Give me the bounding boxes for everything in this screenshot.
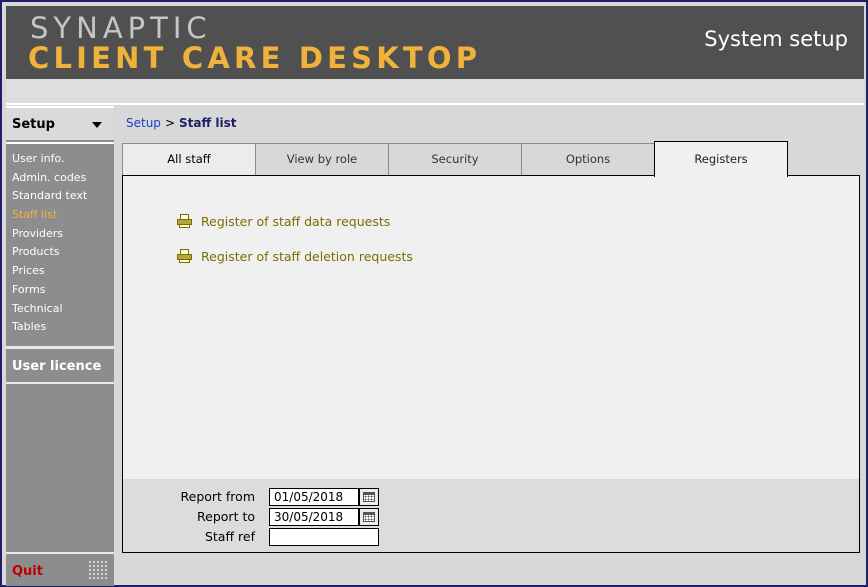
breadcrumb-setup-link[interactable]: Setup xyxy=(126,116,161,130)
report-to-label: Report to xyxy=(197,509,255,524)
sidebar-section-dropdown[interactable]: Setup xyxy=(6,106,114,140)
calendar-icon xyxy=(363,492,375,502)
tab-view-by-role[interactable]: View by role xyxy=(255,143,389,176)
registers-panel: Register of staff data requests Register… xyxy=(122,175,860,553)
tab-all-staff[interactable]: All staff xyxy=(122,143,256,176)
calendar-icon xyxy=(363,512,375,522)
report-to-calendar-button[interactable] xyxy=(359,508,379,526)
printer-icon xyxy=(177,214,193,228)
page-title: System setup xyxy=(704,27,848,51)
breadcrumb-current: Staff list xyxy=(179,116,237,130)
staff-ref-input[interactable] xyxy=(269,528,379,546)
report-from-label: Report from xyxy=(180,489,256,504)
grip-icon[interactable] xyxy=(88,560,108,580)
report-filter-form: Report from Report to Staff ref xyxy=(123,479,859,552)
sidebar-divider xyxy=(6,346,114,349)
sidebar-item-user-licence[interactable]: User licence xyxy=(6,351,114,381)
breadcrumb-separator: > xyxy=(164,116,175,130)
register-deletion-requests-label: Register of staff deletion requests xyxy=(201,248,413,264)
sidebar-item-user-info[interactable]: User info. xyxy=(6,150,114,169)
sidebar-item-tables[interactable]: Tables xyxy=(6,318,114,337)
sidebar-item-technical[interactable]: Technical xyxy=(6,300,114,319)
logo-brand: SYNAPTIC xyxy=(30,11,212,45)
register-data-requests-link[interactable]: Register of staff data requests xyxy=(177,212,390,230)
sidebar-section-title: Setup xyxy=(12,117,55,132)
staff-ref-label: Staff ref xyxy=(204,529,255,544)
staff-ref-row: Staff ref xyxy=(123,528,859,546)
quit-button[interactable]: Quit xyxy=(12,564,43,579)
printer-icon xyxy=(177,249,193,263)
sidebar-item-prices[interactable]: Prices xyxy=(6,262,114,281)
register-data-requests-label: Register of staff data requests xyxy=(201,213,391,229)
sidebar-footer: Quit xyxy=(6,552,114,586)
tab-options[interactable]: Options xyxy=(521,143,655,176)
register-deletion-requests-link[interactable]: Register of staff deletion requests xyxy=(177,247,413,265)
sidebar-item-forms[interactable]: Forms xyxy=(6,281,114,300)
breadcrumb: Setup > Staff list xyxy=(126,116,236,130)
toolbar-strip xyxy=(6,79,864,105)
report-from-input[interactable] xyxy=(269,488,359,506)
report-from-calendar-button[interactable] xyxy=(359,488,379,506)
tab-security[interactable]: Security xyxy=(388,143,522,176)
app-header: SYNAPTIC CLIENT CARE DESKTOP System setu… xyxy=(6,6,864,79)
user-licence-label: User licence xyxy=(12,359,102,374)
report-from-row: Report from xyxy=(123,488,859,506)
sidebar-menu: User info. Admin. codes Standard text St… xyxy=(6,142,114,342)
report-to-input[interactable] xyxy=(269,508,359,526)
sidebar-item-admin-codes[interactable]: Admin. codes xyxy=(6,169,114,188)
logo-product: CLIENT CARE DESKTOP xyxy=(28,41,482,75)
sidebar-item-standard-text[interactable]: Standard text xyxy=(6,187,114,206)
tab-registers[interactable]: Registers xyxy=(654,141,788,177)
sidebar-item-staff-list[interactable]: Staff list xyxy=(6,206,114,225)
sidebar: Setup User info. Admin. codes Standard t… xyxy=(6,106,114,586)
report-to-row: Report to xyxy=(123,508,859,526)
caret-down-icon xyxy=(92,122,102,128)
sidebar-spacer xyxy=(6,384,114,550)
sidebar-item-providers[interactable]: Providers xyxy=(6,225,114,244)
app-window: SYNAPTIC CLIENT CARE DESKTOP System setu… xyxy=(0,0,868,587)
registers-list: Register of staff data requests Register… xyxy=(123,176,859,479)
sidebar-item-products[interactable]: Products xyxy=(6,243,114,262)
